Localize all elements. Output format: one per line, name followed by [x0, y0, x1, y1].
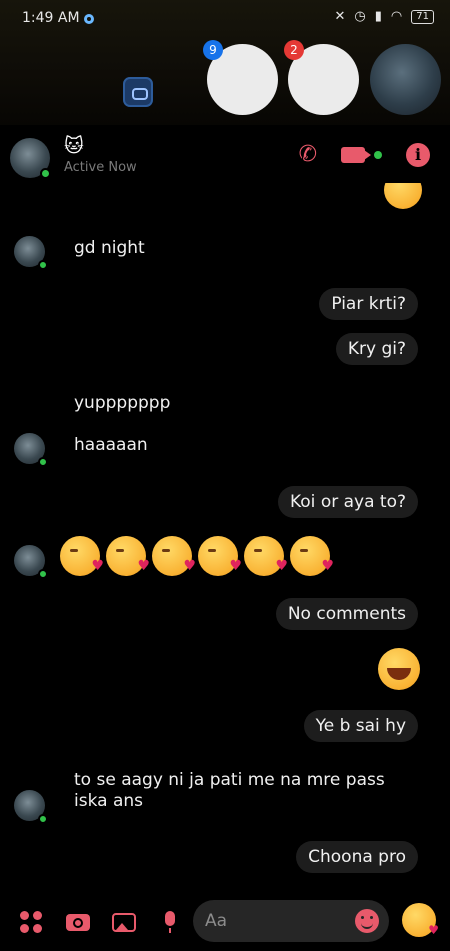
message-input[interactable]: [205, 900, 345, 942]
emoji-picker-icon[interactable]: [355, 909, 379, 933]
outgoing-message[interactable]: Piar krti?: [319, 288, 418, 320]
kiss-emoji-icon: [152, 536, 196, 576]
status-bar: 1:49 AM ✕ ◷ ▮ ◠ 71: [22, 9, 434, 29]
outgoing-message[interactable]: Kry gi?: [335, 333, 418, 365]
phone-call-icon[interactable]: ✆: [299, 143, 317, 167]
message-input-box[interactable]: [193, 900, 389, 942]
sender-avatar[interactable]: [14, 790, 48, 824]
kiss-emoji-icon: [106, 536, 150, 576]
more-actions-icon[interactable]: [20, 911, 42, 933]
message-composer: [0, 890, 450, 951]
chat-head-2[interactable]: 2: [284, 40, 359, 115]
outgoing-message[interactable]: Koi or aya to?: [277, 486, 418, 518]
laughing-emoji-message[interactable]: [378, 648, 420, 690]
incoming-message[interactable]: yuppppppp: [74, 393, 170, 414]
message-line: iska ans: [74, 791, 143, 811]
unread-badge: 2: [284, 40, 304, 60]
game-app-icon[interactable]: [123, 77, 153, 107]
status-time: 1:49 AM: [22, 10, 80, 26]
info-icon[interactable]: i: [406, 143, 430, 167]
outgoing-message[interactable]: Choona pro: [296, 841, 418, 873]
online-indicator: [40, 168, 51, 179]
online-indicator: [38, 569, 48, 579]
conversation-header: 🐱 Active Now ✆ i: [0, 125, 450, 185]
chat-head-3-avatar[interactable]: [370, 44, 441, 115]
camera-icon[interactable]: [66, 910, 90, 934]
contact-avatar[interactable]: [10, 138, 51, 179]
status-icons: ✕ ◷ ▮ ◠ 71: [335, 9, 434, 24]
top-overlay-area: 1:49 AM ✕ ◷ ▮ ◠ 71 9 2: [0, 0, 450, 125]
video-call-button[interactable]: [341, 147, 382, 163]
incoming-message[interactable]: haaaaan: [74, 435, 148, 456]
contact-status: Active Now: [64, 160, 137, 175]
sender-avatar[interactable]: [14, 433, 48, 467]
wifi-icon: ◠: [390, 9, 403, 24]
kiss-emoji-icon: [244, 536, 288, 576]
sender-avatar[interactable]: [14, 545, 48, 579]
header-actions: ✆ i: [299, 143, 430, 167]
battery-icon: 71: [411, 9, 434, 24]
incoming-message[interactable]: to se aagy ni ja pati me na mre pass isk…: [74, 770, 385, 812]
kiss-emoji-icon: [198, 536, 242, 576]
alarm-icon: ◷: [354, 9, 366, 24]
gallery-icon[interactable]: [112, 910, 136, 934]
video-online-dot: [374, 151, 382, 159]
video-camera-icon: [341, 147, 371, 163]
online-indicator: [38, 260, 48, 270]
sender-avatar[interactable]: [14, 236, 48, 270]
message-line: to se aagy ni ja pati me na mre pass: [74, 770, 385, 790]
mute-icon: ✕: [334, 9, 346, 24]
kiss-emoji-icon: [290, 536, 334, 576]
kiss-emoji-message[interactable]: [60, 536, 334, 576]
kiss-emoji-icon: [60, 536, 104, 576]
kiss-emoji-message-partial[interactable]: [384, 183, 422, 209]
incoming-message[interactable]: gd night: [74, 238, 145, 259]
outgoing-message[interactable]: Ye b sai hy: [303, 710, 418, 742]
chat-head-1[interactable]: 9: [203, 40, 278, 115]
outgoing-message[interactable]: No comments: [275, 598, 418, 630]
unread-badge: 9: [203, 40, 223, 60]
online-indicator: [38, 814, 48, 824]
quick-reaction-emoji-icon[interactable]: [402, 903, 439, 937]
signal-icon: ▮: [374, 9, 382, 24]
notification-dot-icon: [84, 14, 94, 24]
microphone-icon[interactable]: [158, 910, 182, 934]
contact-name[interactable]: 🐱: [64, 135, 84, 157]
online-indicator: [38, 457, 48, 467]
